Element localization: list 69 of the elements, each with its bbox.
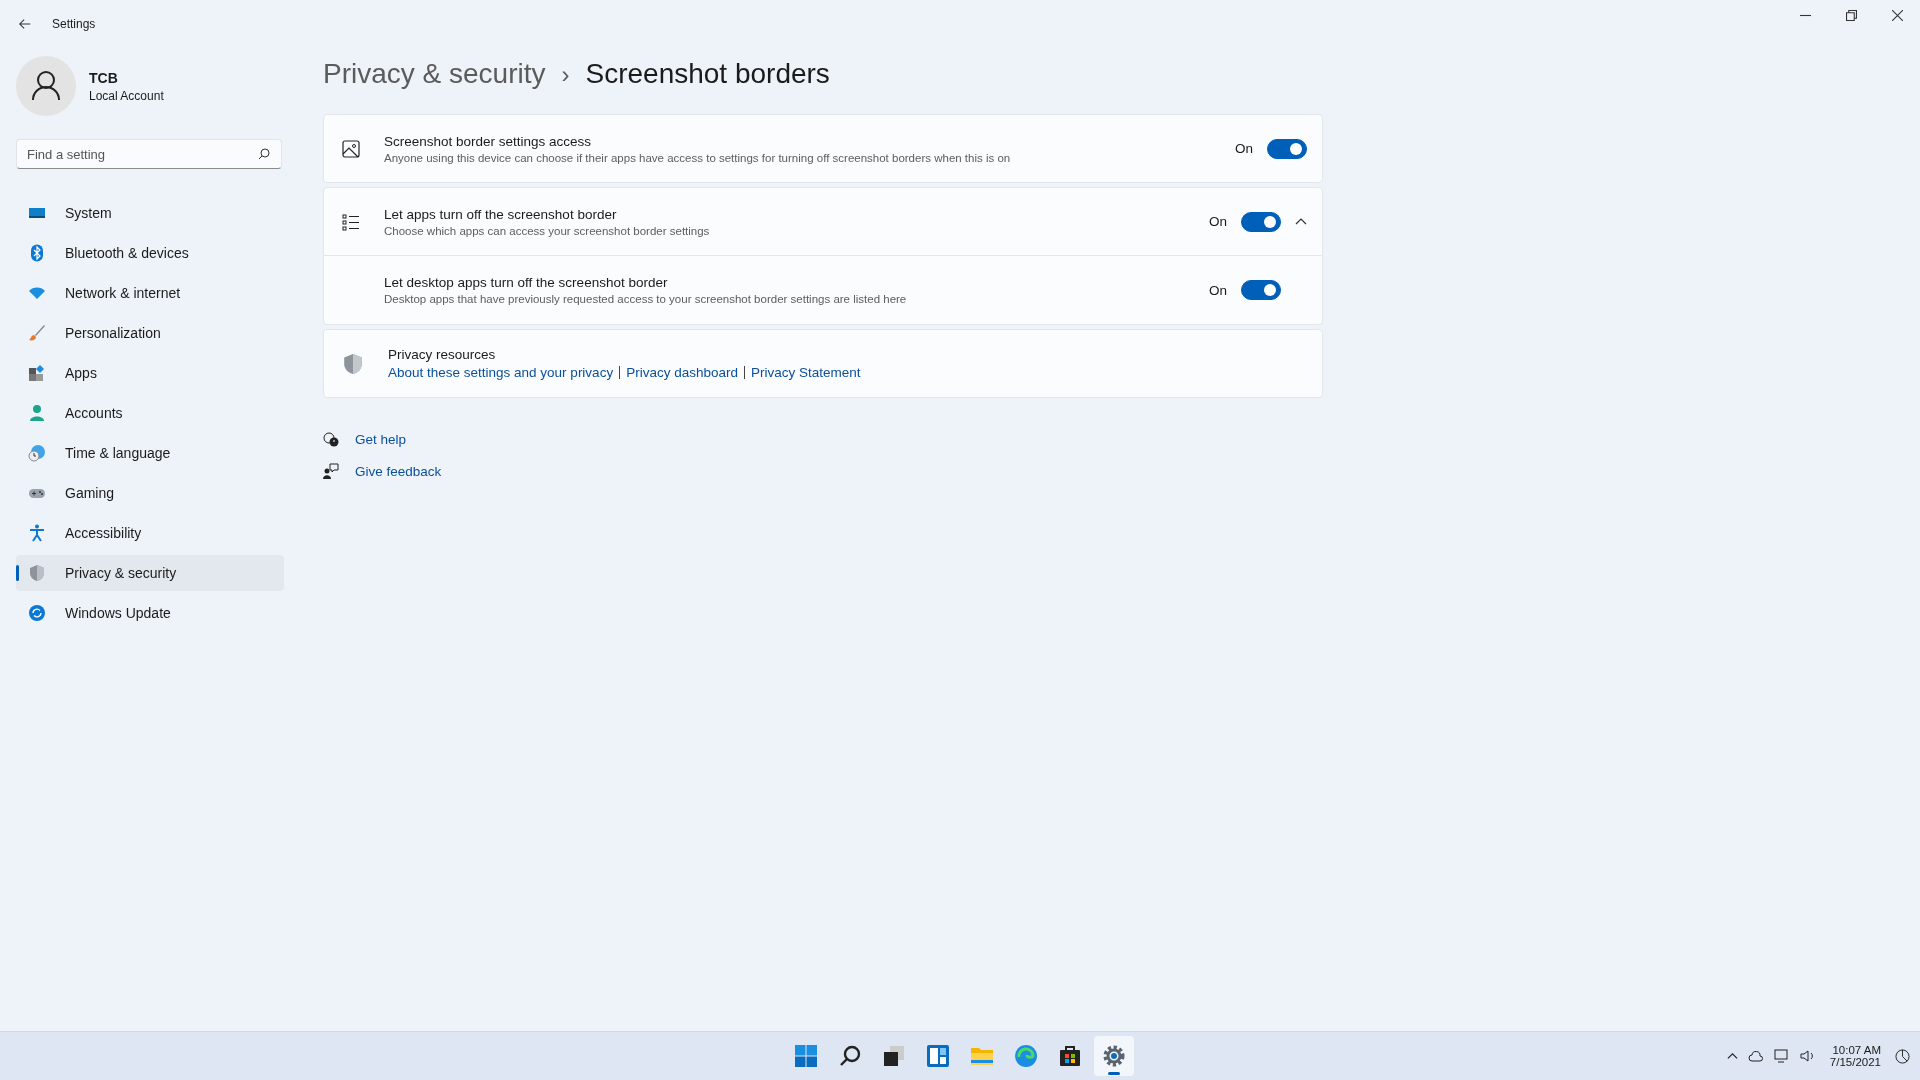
person-icon (28, 404, 46, 422)
store-bag-icon (1058, 1044, 1082, 1068)
help-link[interactable]: Get help (355, 431, 407, 447)
shield-icon (342, 352, 364, 375)
search-field[interactable]: Find a setting (16, 139, 282, 169)
sidebar-item[interactable]: Apps (16, 355, 284, 391)
gear-icon (1102, 1044, 1126, 1068)
account-type: Local Account (89, 88, 164, 103)
list-icon (342, 212, 360, 231)
brush-icon (28, 324, 46, 342)
privacy-link[interactable]: About these settings and your privacy (388, 365, 614, 380)
breadcrumb-separator: › (561, 61, 570, 89)
account-name: TCB (89, 69, 119, 86)
bluetooth-icon (28, 244, 46, 262)
back-arrow-icon[interactable] (18, 17, 32, 31)
network-icon[interactable] (1773, 1049, 1790, 1063)
toggle-state-label: On (1235, 141, 1253, 156)
apps-icon (28, 364, 46, 382)
speaker-icon[interactable] (1799, 1049, 1816, 1063)
sidebar-item[interactable]: System (16, 195, 284, 231)
chevron-up-icon[interactable] (1726, 1050, 1738, 1062)
task-view-icon (882, 1044, 906, 1068)
privacy-link[interactable]: Privacy Statement (750, 365, 861, 380)
search-icon (838, 1044, 862, 1068)
restore-icon[interactable] (1846, 10, 1857, 21)
feedback-icon (323, 463, 339, 479)
start-icon (794, 1044, 818, 1068)
setting-description: Anyone using this device can choose if their apps have access to settings for turning off screenshot borders when this is on (384, 151, 1012, 164)
sidebar-item[interactable]: Privacy & security (16, 555, 284, 591)
avatar-icon (16, 56, 76, 116)
picture-icon (342, 139, 360, 158)
widgets-icon (926, 1044, 950, 1068)
sidebar-item[interactable]: Accessibility (16, 515, 284, 551)
breadcrumb-parent[interactable]: Privacy & security (323, 58, 546, 90)
notification-icon[interactable] (1895, 1048, 1910, 1064)
shield-icon (28, 564, 46, 582)
toggle-state-label: On (1209, 214, 1227, 229)
sidebar-item[interactable]: Time & language (16, 435, 284, 471)
setting-description: Choose which apps can access your screenshot border settings (384, 224, 711, 237)
toggle-switch[interactable] (1267, 138, 1307, 159)
sidebar-item[interactable]: Network & internet (16, 275, 284, 311)
help-chat-icon (323, 431, 339, 447)
toggle-state-label: On (1209, 282, 1227, 298)
cloud-icon[interactable] (1747, 1050, 1764, 1062)
privacy-resources-title: Privacy resources (388, 347, 497, 362)
sidebar-item[interactable]: Windows Update (16, 595, 284, 631)
globe-clock-icon (28, 444, 46, 462)
toggle-switch[interactable] (1241, 280, 1281, 300)
close-icon[interactable] (1892, 10, 1903, 21)
setting-title: Screenshot border settings access (384, 133, 593, 149)
help-link[interactable]: Give feedback (355, 463, 442, 479)
sidebar-item[interactable]: Gaming (16, 475, 284, 511)
window-title: Settings (52, 17, 96, 31)
clock-date[interactable]: 7/15/2021 (1829, 1056, 1881, 1068)
sidebar-item[interactable]: Personalization (16, 315, 284, 351)
search-icon (258, 148, 270, 160)
setting-description: Desktop apps that have previously requested access to your screenshot border settings are listed here (384, 293, 908, 305)
clock-time[interactable]: 10:07 AM (1832, 1044, 1881, 1056)
setting-title: Let apps turn off the screenshot border (384, 206, 618, 222)
setting-title: Let desktop apps turn off the screenshot border (384, 275, 669, 290)
toggle-switch[interactable] (1241, 211, 1281, 232)
privacy-link[interactable]: Privacy dashboard (626, 365, 738, 380)
accessibility-icon (28, 524, 46, 542)
page-title: Screenshot borders (585, 58, 830, 90)
sidebar-item[interactable]: Accounts (16, 395, 284, 431)
update-icon (28, 604, 46, 622)
taskbar-app[interactable] (1094, 1036, 1134, 1076)
browser-icon (1014, 1044, 1038, 1068)
sidebar-item[interactable]: Bluetooth & devices (16, 235, 284, 271)
